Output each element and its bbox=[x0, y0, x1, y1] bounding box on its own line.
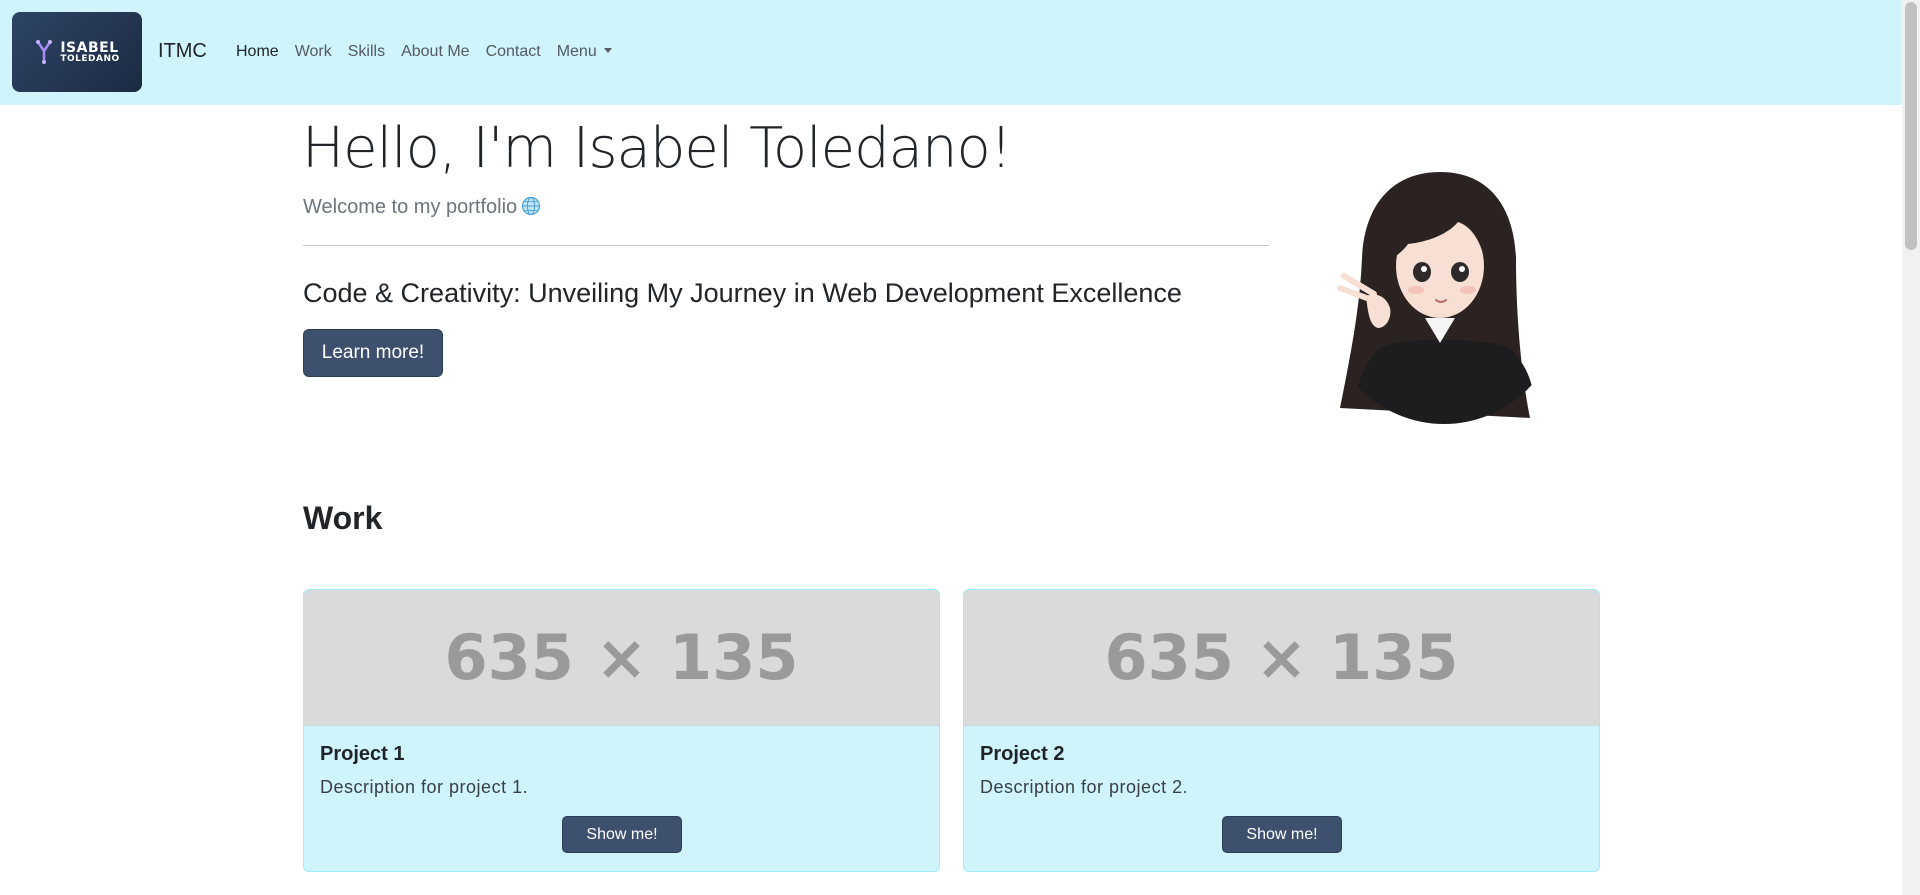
hero-subtitle-text: Welcome to my portfolio bbox=[303, 196, 518, 218]
show-project-button[interactable]: Show me! bbox=[1222, 816, 1342, 853]
avatar-illustration bbox=[1337, 172, 1534, 424]
top-navbar: ISABEL TOLEDANO ITMC Home Work Skills Ab… bbox=[0, 0, 1902, 105]
hero-subtitle: Welcome to my portfolio bbox=[303, 196, 541, 219]
brand-mark-icon bbox=[36, 40, 53, 64]
nav-menu-label: Menu bbox=[556, 43, 597, 60]
logo-wordmark: ISABEL TOLEDANO bbox=[60, 41, 119, 64]
project-title: Project 2 bbox=[980, 743, 1065, 765]
caret-down-icon bbox=[603, 48, 612, 53]
nav-contact[interactable]: Contact bbox=[478, 43, 549, 61]
placeholder-size-label: 635 × 135 bbox=[1104, 621, 1459, 694]
project-image-placeholder: 635 × 135 bbox=[964, 590, 1599, 726]
show-project-button[interactable]: Show me! bbox=[562, 816, 682, 853]
project-description: Description for project 1. bbox=[320, 777, 529, 797]
placeholder-size-label: 635 × 135 bbox=[444, 621, 799, 694]
nav-menu-dropdown[interactable]: Menu bbox=[549, 43, 620, 61]
logo-line-2: TOLEDANO bbox=[60, 53, 120, 64]
scrollbar-thumb[interactable] bbox=[1905, 2, 1917, 250]
project-description: Description for project 2. bbox=[980, 777, 1189, 797]
hero-tagline: Code & Creativity: Unveiling My Journey … bbox=[303, 278, 1182, 308]
hero-title: Hello, I'm Isabel Toledano! bbox=[302, 116, 1012, 181]
globe-icon bbox=[522, 196, 541, 216]
logo-line-1: ISABEL bbox=[60, 39, 119, 56]
project-image-placeholder: 635 × 135 bbox=[304, 590, 939, 726]
nav-skills[interactable]: Skills bbox=[340, 43, 393, 61]
hero-divider bbox=[303, 245, 1269, 246]
nav-about-me[interactable]: About Me bbox=[393, 43, 477, 61]
nav-links: Home Work Skills About Me Contact Menu bbox=[228, 43, 620, 61]
project-card: 635 × 135 Project 2 Description for proj… bbox=[963, 589, 1600, 872]
learn-more-button[interactable]: Learn more! bbox=[303, 329, 443, 377]
page-scrollbar[interactable] bbox=[1902, 0, 1920, 895]
nav-work[interactable]: Work bbox=[287, 43, 340, 61]
nav-home[interactable]: Home bbox=[228, 43, 287, 61]
project-card: 635 × 135 Project 1 Description for proj… bbox=[303, 589, 940, 872]
project-title: Project 1 bbox=[320, 743, 405, 765]
brand-name[interactable]: ITMC bbox=[158, 40, 207, 63]
work-heading: Work bbox=[303, 500, 383, 536]
brand-logo[interactable]: ISABEL TOLEDANO bbox=[12, 12, 142, 92]
